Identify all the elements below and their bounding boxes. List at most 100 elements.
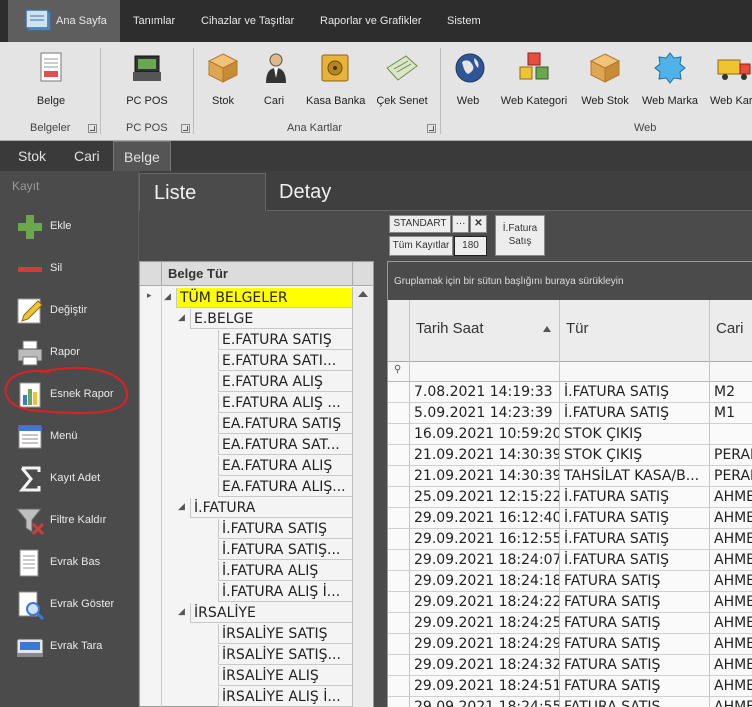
ribbon-tab-raporlar[interactable]: Raporlar ve Grafikler bbox=[320, 0, 421, 42]
tree-node[interactable]: E.FATURA SATIŞ bbox=[140, 329, 352, 350]
filter-cell-tarih-saat[interactable] bbox=[410, 362, 560, 382]
tree-node[interactable]: E.FATURA SATI... bbox=[140, 350, 352, 371]
table-row[interactable]: 16.09.2021 10:59:20 STOK ÇIKIŞ bbox=[388, 424, 752, 445]
cell-tarih-saat: 16.09.2021 10:59:20 bbox=[410, 424, 560, 445]
module-tab-bar: Stok Cari Belge bbox=[0, 141, 752, 171]
web-kategori-button[interactable]: Web Kategori bbox=[500, 46, 568, 112]
tree-node[interactable]: EA.FATURA SATIŞ bbox=[140, 413, 352, 434]
tree-column-header[interactable]: Belge Tür bbox=[168, 266, 228, 281]
rapor-button[interactable]: Rapor bbox=[8, 333, 138, 373]
cek-senet-button[interactable]: Çek Senet bbox=[375, 46, 429, 112]
ribbon-body: Belge PC POS Stok Cari Kasa Banka Çek Se… bbox=[0, 42, 752, 141]
tree-node[interactable]: E.FATURA ALIŞ bbox=[140, 371, 352, 392]
belge-button[interactable]: Belge bbox=[26, 46, 76, 112]
table-row[interactable]: 29.09.2021 18:24:29 FATURA SATIŞ AHME bbox=[388, 634, 752, 655]
close-icon[interactable]: ✕ bbox=[470, 215, 487, 233]
table-row[interactable]: 29.09.2021 18:24:25 FATURA SATIŞ AHME bbox=[388, 613, 752, 634]
table-row[interactable]: 21.09.2021 14:30:39STOK ÇIKIŞPERAK bbox=[388, 445, 752, 466]
table-row[interactable]: 29.09.2021 18:24:22 FATURA SATIŞ AHME bbox=[388, 592, 752, 613]
tree-node[interactable]: İ.FATURA SATIŞ... bbox=[140, 539, 352, 560]
tree-node[interactable]: İ.FATURA SATIŞ bbox=[140, 518, 352, 539]
degistir-button[interactable]: Değiştir bbox=[8, 291, 138, 331]
tab-liste[interactable]: Liste bbox=[139, 173, 266, 211]
tree-node[interactable]: E.FATURA ALIŞ ... bbox=[140, 392, 352, 413]
more-icon[interactable]: ··· bbox=[452, 215, 469, 233]
tree-node[interactable]: EA.FATURA ALIŞ... bbox=[140, 476, 352, 497]
filter-ifatura-satis-chip[interactable]: İ.Fatura Satış bbox=[495, 215, 545, 256]
web-stok-button[interactable]: Web Stok bbox=[580, 46, 630, 112]
tab-cari[interactable]: Cari bbox=[64, 141, 110, 171]
web-button[interactable]: Web bbox=[452, 46, 485, 112]
layout-standart-chip[interactable]: STANDART bbox=[389, 215, 451, 233]
ekle-button[interactable]: Ekle bbox=[8, 207, 138, 247]
table-row[interactable]: 29.09.2021 16:12:40 İ.FATURA SATIŞ AHME bbox=[388, 508, 752, 529]
tree-scrollbar[interactable] bbox=[352, 287, 373, 707]
filter-cell-cari[interactable] bbox=[710, 362, 752, 382]
web-marka-button[interactable]: Web Marka bbox=[641, 46, 699, 112]
tree-expand-icon[interactable]: ◢ bbox=[178, 607, 185, 617]
record-command-panel: Kayıt Ekle Sil Değiştir Rapor Esnek Rapo… bbox=[0, 171, 139, 707]
table-row[interactable]: 7.08.2021 14:19:33 İ.FATURA SATIŞ M2 bbox=[388, 382, 752, 403]
tree-node[interactable]: ◢ E.BELGE bbox=[140, 308, 352, 329]
column-header-cari[interactable]: Cari bbox=[710, 300, 752, 362]
tree-node[interactable]: EA.FATURA SAT... bbox=[140, 434, 352, 455]
scroll-up-icon[interactable] bbox=[358, 291, 368, 297]
kasa-banka-button[interactable]: Kasa Banka bbox=[306, 46, 365, 112]
table-row[interactable]: 29.09.2021 18:24:07 İ.FATURA SATIŞ AHME bbox=[388, 550, 752, 571]
table-row[interactable]: 29.09.2021 18:24:32 FATURA SATIŞ AHME bbox=[388, 655, 752, 676]
table-row[interactable]: 5.09.2021 14:23:39 İ.FATURA SATIŞ M1 bbox=[388, 403, 752, 424]
tree-node[interactable]: ◢ TÜM BELGELER ▸ bbox=[140, 287, 352, 308]
table-row[interactable]: 25.09.2021 12:15:22 İ.FATURA SATIŞ AHME bbox=[388, 487, 752, 508]
tree-node[interactable]: İRSALİYE SATIŞ... bbox=[140, 644, 352, 665]
tree-expand-icon[interactable]: ◢ bbox=[178, 502, 185, 512]
tree-node[interactable]: İ.FATURA ALIŞ bbox=[140, 560, 352, 581]
ribbon-tab-tanimlar[interactable]: Tanımlar bbox=[133, 0, 175, 42]
dialog-launcher-icon[interactable] bbox=[88, 124, 97, 133]
filtre-kaldir-button[interactable]: Filtre Kaldır bbox=[8, 501, 138, 541]
table-row[interactable]: 29.09.2021 18:24:55 FATURA SATIŞ AHME bbox=[388, 697, 752, 707]
tab-stok[interactable]: Stok bbox=[8, 141, 56, 171]
ribbon-tab-ana-sayfa[interactable]: Ana Sayfa bbox=[8, 0, 120, 42]
tree-node[interactable]: İ.FATURA ALIŞ İ... bbox=[140, 581, 352, 602]
dialog-launcher-icon[interactable] bbox=[427, 124, 436, 133]
tree-node[interactable]: İRSALİYE ALIŞ bbox=[140, 665, 352, 686]
menu-button[interactable]: Menü bbox=[8, 417, 138, 457]
tree-node-label: İRSALİYE SATIŞ... bbox=[218, 645, 352, 665]
group-label-web: Web bbox=[634, 122, 657, 134]
table-row[interactable]: 29.09.2021 16:12:55 İ.FATURA SATIŞ AHME bbox=[388, 529, 752, 550]
web-kargo-button[interactable]: Web Kar bbox=[710, 46, 752, 112]
esnek-rapor-button[interactable]: Esnek Rapor bbox=[8, 375, 138, 415]
dialog-launcher-icon[interactable] bbox=[181, 124, 190, 133]
tab-belge[interactable]: Belge bbox=[113, 141, 171, 171]
tree-node[interactable]: EA.FATURA ALIŞ bbox=[140, 455, 352, 476]
table-row[interactable]: 29.09.2021 18:24:18 FATURA SATIŞ AHME bbox=[388, 571, 752, 592]
ribbon-tab-sistem[interactable]: Sistem bbox=[447, 0, 481, 42]
table-row[interactable]: 29.09.2021 18:24:51 FATURA SATIŞ AHME bbox=[388, 676, 752, 697]
sil-button[interactable]: Sil bbox=[8, 249, 138, 289]
column-header-tarih-saat[interactable]: Tarih Saat bbox=[410, 300, 560, 362]
column-header-tur[interactable]: Tür bbox=[560, 300, 710, 362]
evrak-goster-button[interactable]: Evrak Göster bbox=[8, 585, 138, 625]
evrak-bas-button[interactable]: Evrak Bas bbox=[8, 543, 138, 583]
tree-node[interactable]: İRSALİYE SATIŞ bbox=[140, 623, 352, 644]
tab-detay[interactable]: Detay bbox=[267, 173, 752, 211]
evrak-tara-button[interactable]: Evrak Tara bbox=[8, 627, 138, 667]
tree-expand-icon[interactable]: ◢ bbox=[178, 313, 185, 323]
group-by-drop-area[interactable]: Gruplamak için bir sütun başlığını buray… bbox=[388, 262, 752, 300]
kayit-adet-button[interactable]: Kayıt Adet bbox=[8, 459, 138, 499]
tree-expand-icon[interactable]: ◢ bbox=[164, 292, 171, 302]
filter-all-records-chip[interactable]: Tüm Kayıtlar bbox=[389, 236, 453, 256]
pc-pos-button[interactable]: PC POS bbox=[120, 46, 174, 112]
tree-node[interactable]: ◢ İ.FATURA bbox=[140, 497, 352, 518]
tree-node[interactable]: İRSALİYE ALIŞ İ... bbox=[140, 686, 352, 707]
ribbon-tab-cihazlar[interactable]: Cihazlar ve Taşıtlar bbox=[201, 0, 294, 42]
table-row[interactable]: 21.09.2021 14:30:39 TAHSİLAT KASA/B... PER… bbox=[388, 466, 752, 487]
row-indicator bbox=[388, 508, 410, 529]
tree-node[interactable]: ◢ İRSALİYE bbox=[140, 602, 352, 623]
filter-cell-tur[interactable] bbox=[560, 362, 710, 382]
degistir-label: Değiştir bbox=[50, 304, 88, 316]
cari-button[interactable]: Cari bbox=[258, 46, 290, 112]
box-icon bbox=[207, 53, 239, 83]
web-kategori-label: Web Kategori bbox=[500, 95, 568, 107]
stok-button[interactable]: Stok bbox=[205, 46, 241, 112]
